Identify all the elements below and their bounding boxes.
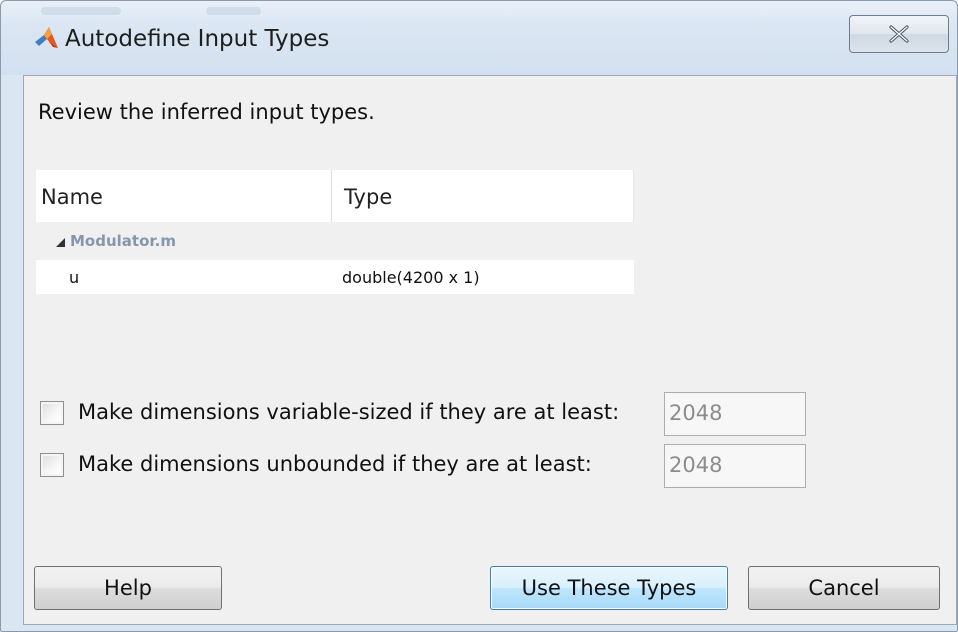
- table-group-row[interactable]: Modulator.m: [36, 226, 634, 256]
- column-header-name[interactable]: Name: [36, 170, 332, 222]
- option-variable-sized: Make dimensions variable-sized if they a…: [40, 392, 820, 436]
- table-header: Name Type: [36, 170, 634, 222]
- close-button[interactable]: [849, 15, 949, 53]
- variable-sized-checkbox[interactable]: [40, 401, 64, 425]
- help-button[interactable]: Help: [34, 566, 222, 610]
- variable-sized-threshold-field[interactable]: 2048: [664, 392, 806, 436]
- input-types-table: Name Type Modulator.m u double(4200 x 1): [36, 170, 634, 302]
- title-bar-shine: [206, 7, 261, 15]
- group-label: Modulator.m: [70, 232, 176, 250]
- instruction-text: Review the inferred input types.: [38, 100, 375, 124]
- dialog-window: Autodefine Input Types Review the inferr…: [0, 0, 958, 632]
- unbounded-checkbox[interactable]: [40, 453, 64, 477]
- triangle-expanded-icon[interactable]: [56, 238, 65, 247]
- window-title: Autodefine Input Types: [65, 26, 330, 52]
- table-row[interactable]: u double(4200 x 1): [36, 260, 634, 294]
- unbounded-threshold-field[interactable]: 2048: [664, 444, 806, 488]
- close-icon: [889, 25, 909, 43]
- dialog-content: Review the inferred input types. Name Ty…: [23, 75, 957, 625]
- title-bar[interactable]: Autodefine Input Types: [1, 1, 957, 75]
- cancel-button[interactable]: Cancel: [748, 566, 940, 610]
- matlab-logo-icon: [35, 27, 58, 48]
- variable-sized-label[interactable]: Make dimensions variable-sized if they a…: [78, 400, 619, 424]
- cell-name: u: [69, 268, 80, 287]
- cell-type[interactable]: double(4200 x 1): [342, 268, 480, 287]
- unbounded-label[interactable]: Make dimensions unbounded if they are at…: [78, 452, 592, 476]
- column-header-type[interactable]: Type: [332, 170, 634, 222]
- use-these-types-button[interactable]: Use These Types: [490, 566, 728, 610]
- option-unbounded: Make dimensions unbounded if they are at…: [40, 444, 820, 488]
- title-bar-shine: [41, 7, 121, 15]
